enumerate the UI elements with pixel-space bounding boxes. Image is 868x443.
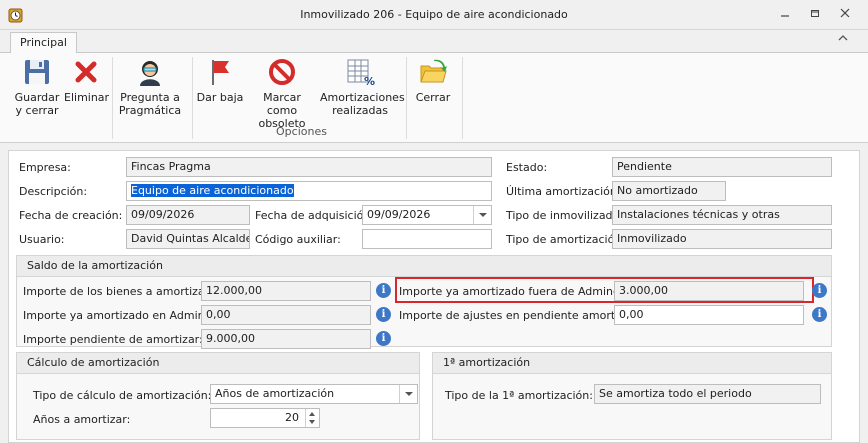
assistant-avatar-icon	[140, 61, 160, 86]
tipo-amortizacion-field[interactable]: Inmovilizado	[612, 229, 832, 249]
fuera-adminet-label: Importe ya amortizado fuera de Adminet:	[399, 285, 628, 298]
descripcion-value: Equipo de aire acondicionado	[131, 184, 294, 197]
ajustes-pendiente-label: Importe de ajustes en pendiente amortiza…	[399, 309, 639, 322]
info-icon[interactable]: i	[376, 331, 391, 346]
tipo-inmovilizado-field[interactable]: Instalaciones técnicas y otras	[612, 205, 832, 225]
primera-amortizacion-group: 1ª amortización Tipo de la 1ª amortizaci…	[432, 352, 832, 440]
tipo-calculo-select[interactable]: Años de amortización	[210, 384, 418, 404]
anios-amortizar-label: Años a amortizar:	[33, 413, 131, 426]
empresa-label: Empresa:	[19, 161, 71, 174]
tipo-primera-field[interactable]: Se amortiza todo el periodo	[594, 384, 821, 404]
close-icon	[840, 8, 850, 18]
fecha-adquisicion-picker[interactable]: 09/09/2026	[362, 205, 492, 225]
ribbon-tabstrip: Principal	[0, 30, 868, 54]
info-icon[interactable]: i	[376, 283, 391, 298]
ya-amortizado-adminet-label: Importe ya amortizado en Adminet:	[23, 309, 220, 322]
close-button[interactable]: Cerrar	[410, 57, 456, 104]
anios-amortizar-value: 20	[285, 411, 299, 424]
save-close-button[interactable]: Guardar y cerrar	[10, 57, 64, 117]
tipo-amortizacion-label: Tipo de amortización:	[506, 233, 625, 246]
usuario-label: Usuario:	[19, 233, 65, 246]
collapse-ribbon-button[interactable]	[838, 34, 848, 45]
importe-bienes-label: Importe de los bienes a amortizar:	[23, 285, 213, 298]
primera-header: 1ª amortización	[433, 353, 831, 374]
ribbon-separator	[112, 57, 113, 139]
descripcion-label: Descripción:	[19, 185, 88, 198]
importe-bienes-field[interactable]: 12.000,00	[201, 281, 371, 301]
ya-amortizado-adminet-field[interactable]: 0,00	[201, 305, 371, 325]
chevron-down-icon[interactable]	[473, 206, 491, 224]
minimize-icon	[781, 15, 789, 17]
fecha-creacion-label: Fecha de creación:	[19, 209, 123, 222]
descripcion-input[interactable]: Equipo de aire acondicionado	[126, 181, 492, 201]
info-icon[interactable]: i	[812, 283, 827, 298]
info-icon[interactable]: i	[812, 307, 827, 322]
svg-text:%: %	[364, 75, 375, 87]
restore-icon	[811, 10, 819, 17]
tipo-primera-label: Tipo de la 1ª amortización:	[445, 389, 593, 402]
calculo-header: Cálculo de amortización	[17, 353, 419, 374]
tipo-calculo-value: Años de amortización	[215, 387, 335, 400]
dar-baja-button[interactable]: Dar baja	[196, 57, 244, 104]
ultima-amortizacion-field[interactable]: No amortizado	[612, 181, 726, 201]
form-content: Empresa: Fincas Pragma Estado: Pendiente…	[8, 150, 860, 443]
red-x-icon	[75, 61, 97, 83]
saldo-group: Saldo de la amortización Importe de los …	[16, 255, 832, 349]
ribbon: Guardar y cerrar Eliminar Pregunta a Pra…	[0, 53, 868, 143]
restore-button[interactable]	[806, 6, 824, 22]
delete-button[interactable]: Eliminar	[64, 57, 109, 104]
spreadsheet-percent-icon: %	[347, 59, 375, 87]
tab-principal[interactable]: Principal	[10, 32, 77, 54]
tipo-inmovilizado-label: Tipo de inmovilizado:	[506, 209, 623, 222]
estado-field[interactable]: Pendiente	[612, 157, 832, 177]
ultima-amortizacion-label: Última amortización:	[506, 185, 621, 198]
floppy-disk-icon	[25, 60, 49, 84]
prohibited-icon	[269, 59, 295, 85]
folder-exit-icon	[420, 59, 447, 83]
saldo-header: Saldo de la amortización	[17, 256, 831, 277]
importe-pendiente-label: Importe pendiente de amortizar:	[23, 333, 203, 346]
usuario-field[interactable]: David Quintas Alcalde	[126, 229, 250, 249]
codigo-auxiliar-input[interactable]	[362, 229, 492, 249]
codigo-auxiliar-label: Código auxiliar:	[255, 233, 341, 246]
ajustes-pendiente-input[interactable]: 0,00	[614, 305, 804, 325]
estado-label: Estado:	[506, 161, 548, 174]
empresa-field[interactable]: Fincas Pragma	[126, 157, 492, 177]
ask-pragmatica-button[interactable]: Pregunta a Pragmática	[118, 57, 182, 117]
chevron-up-icon	[838, 35, 848, 41]
importe-pendiente-field[interactable]: 9.000,00	[201, 329, 371, 349]
info-icon[interactable]: i	[376, 307, 391, 322]
calculo-group: Cálculo de amortización Tipo de cálculo …	[16, 352, 420, 440]
chevron-down-icon[interactable]	[399, 385, 417, 403]
ribbon-separator	[406, 57, 407, 139]
red-flag-icon	[212, 60, 229, 85]
anios-amortizar-stepper[interactable]: 20	[210, 408, 320, 428]
mark-obsolete-button[interactable]: Marcar como obsoleto	[248, 57, 316, 130]
fuera-adminet-field[interactable]: 3.000,00	[614, 281, 804, 301]
amortizations-done-button[interactable]: % Amortizaciones realizadas	[320, 57, 405, 117]
fecha-creacion-field[interactable]: 09/09/2026	[126, 205, 250, 225]
window-title: Inmovilizado 206 - Equipo de aire acondi…	[300, 8, 568, 21]
minimize-button[interactable]	[776, 6, 794, 22]
ribbon-separator	[192, 57, 193, 139]
ribbon-group-label: Opciones	[276, 125, 327, 138]
spinner-arrows-icon[interactable]	[305, 409, 319, 427]
fecha-adquisicion-label: Fecha de adquisición:	[255, 209, 375, 222]
title-bar: Inmovilizado 206 - Equipo de aire acondi…	[0, 0, 868, 30]
close-window-button[interactable]	[836, 6, 854, 22]
tipo-calculo-label: Tipo de cálculo de amortización:	[33, 389, 212, 402]
fecha-adquisicion-value: 09/09/2026	[367, 208, 431, 221]
ribbon-separator	[462, 57, 463, 139]
